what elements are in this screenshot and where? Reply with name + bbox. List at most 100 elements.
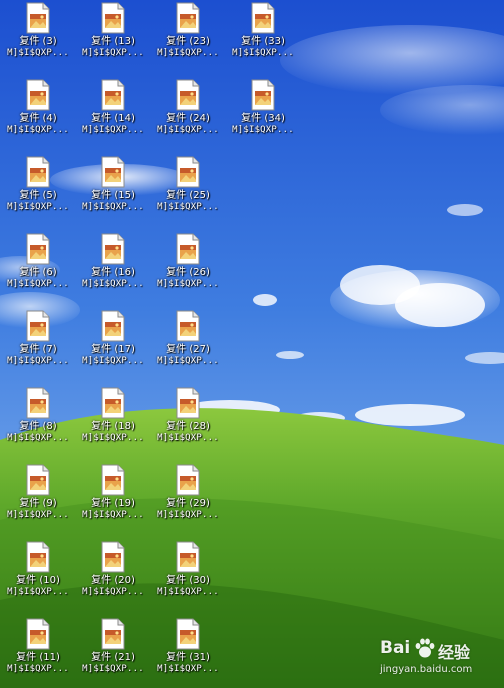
image-file-icon bbox=[101, 310, 125, 342]
desktop-file-icon[interactable]: 复件 (13) M]$I$QXP... bbox=[75, 2, 151, 72]
desktop-file-icon[interactable]: 复件 (11) M]$I$QXP... bbox=[0, 618, 76, 688]
image-file-icon bbox=[26, 618, 50, 650]
watermark-url: jingyan.baidu.com bbox=[380, 664, 473, 675]
file-label: 复件 (3) bbox=[19, 36, 57, 47]
file-label: 复件 (14) bbox=[91, 113, 135, 124]
desktop[interactable]: 复件 (3) M]$I$QXP... 复件 (4) M]$I$QXP... 复件… bbox=[0, 0, 504, 688]
file-sublabel: M]$I$QXP... bbox=[7, 510, 69, 520]
image-file-icon bbox=[176, 310, 200, 342]
file-label: 复件 (4) bbox=[19, 113, 57, 124]
file-label: 复件 (7) bbox=[19, 344, 57, 355]
image-file-icon bbox=[101, 618, 125, 650]
watermark-jingyan: 经验 bbox=[438, 643, 471, 662]
image-file-icon bbox=[101, 156, 125, 188]
desktop-file-icon[interactable]: 复件 (33) M]$I$QXP... bbox=[225, 2, 301, 72]
file-sublabel: M]$I$QXP... bbox=[7, 433, 69, 443]
image-file-icon bbox=[251, 79, 275, 111]
file-sublabel: M]$I$QXP... bbox=[157, 356, 219, 366]
image-file-icon bbox=[26, 233, 50, 265]
file-label: 复件 (29) bbox=[166, 498, 210, 509]
desktop-file-icon[interactable]: 复件 (24) M]$I$QXP... bbox=[150, 79, 226, 149]
file-sublabel: M]$I$QXP... bbox=[232, 125, 294, 135]
file-sublabel: M]$I$QXP... bbox=[7, 356, 69, 366]
file-sublabel: M]$I$QXP... bbox=[7, 279, 69, 289]
image-file-icon bbox=[176, 79, 200, 111]
image-file-icon bbox=[176, 464, 200, 496]
desktop-file-icon[interactable]: 复件 (8) M]$I$QXP... bbox=[0, 387, 76, 457]
file-sublabel: M]$I$QXP... bbox=[157, 510, 219, 520]
file-label: 复件 (9) bbox=[19, 498, 57, 509]
file-label: 复件 (23) bbox=[166, 36, 210, 47]
desktop-file-icon[interactable]: 复件 (23) M]$I$QXP... bbox=[150, 2, 226, 72]
desktop-file-icon[interactable]: 复件 (16) M]$I$QXP... bbox=[75, 233, 151, 303]
file-sublabel: M]$I$QXP... bbox=[7, 664, 69, 674]
file-sublabel: M]$I$QXP... bbox=[7, 202, 69, 212]
file-sublabel: M]$I$QXP... bbox=[157, 48, 219, 58]
desktop-file-icon[interactable]: 复件 (7) M]$I$QXP... bbox=[0, 310, 76, 380]
file-sublabel: M]$I$QXP... bbox=[82, 433, 144, 443]
image-file-icon bbox=[251, 2, 275, 34]
image-file-icon bbox=[26, 541, 50, 573]
desktop-file-icon[interactable]: 复件 (18) M]$I$QXP... bbox=[75, 387, 151, 457]
desktop-file-icon[interactable]: 复件 (29) M]$I$QXP... bbox=[150, 464, 226, 534]
desktop-file-icon[interactable]: 复件 (21) M]$I$QXP... bbox=[75, 618, 151, 688]
file-label: 复件 (33) bbox=[241, 36, 285, 47]
file-sublabel: M]$I$QXP... bbox=[157, 587, 219, 597]
watermark-brand: Bai bbox=[380, 638, 411, 658]
file-sublabel: M]$I$QXP... bbox=[82, 202, 144, 212]
file-sublabel: M]$I$QXP... bbox=[157, 125, 219, 135]
image-file-icon bbox=[176, 2, 200, 34]
image-file-icon bbox=[176, 233, 200, 265]
desktop-file-icon[interactable]: 复件 (4) M]$I$QXP... bbox=[0, 79, 76, 149]
file-sublabel: M]$I$QXP... bbox=[157, 664, 219, 674]
file-sublabel: M]$I$QXP... bbox=[82, 587, 144, 597]
file-label: 复件 (5) bbox=[19, 190, 57, 201]
file-label: 复件 (27) bbox=[166, 344, 210, 355]
file-label: 复件 (34) bbox=[241, 113, 285, 124]
file-sublabel: M]$I$QXP... bbox=[232, 48, 294, 58]
desktop-file-icon[interactable]: 复件 (19) M]$I$QXP... bbox=[75, 464, 151, 534]
image-file-icon bbox=[101, 464, 125, 496]
file-label: 复件 (28) bbox=[166, 421, 210, 432]
desktop-file-icon[interactable]: 复件 (3) M]$I$QXP... bbox=[0, 2, 76, 72]
file-label: 复件 (25) bbox=[166, 190, 210, 201]
file-sublabel: M]$I$QXP... bbox=[7, 125, 69, 135]
desktop-file-icon[interactable]: 复件 (15) M]$I$QXP... bbox=[75, 156, 151, 226]
file-sublabel: M]$I$QXP... bbox=[157, 202, 219, 212]
desktop-file-icon[interactable]: 复件 (34) M]$I$QXP... bbox=[225, 79, 301, 149]
file-sublabel: M]$I$QXP... bbox=[7, 587, 69, 597]
file-label: 复件 (24) bbox=[166, 113, 210, 124]
image-file-icon bbox=[176, 387, 200, 419]
desktop-file-icon[interactable]: 复件 (6) M]$I$QXP... bbox=[0, 233, 76, 303]
desktop-file-icon[interactable]: 复件 (28) M]$I$QXP... bbox=[150, 387, 226, 457]
file-sublabel: M]$I$QXP... bbox=[82, 125, 144, 135]
desktop-file-icon[interactable]: 复件 (26) M]$I$QXP... bbox=[150, 233, 226, 303]
image-file-icon bbox=[101, 541, 125, 573]
desktop-file-icon[interactable]: 复件 (10) M]$I$QXP... bbox=[0, 541, 76, 611]
desktop-file-icon[interactable]: 复件 (25) M]$I$QXP... bbox=[150, 156, 226, 226]
file-label: 复件 (8) bbox=[19, 421, 57, 432]
image-file-icon bbox=[26, 387, 50, 419]
file-sublabel: M]$I$QXP... bbox=[82, 664, 144, 674]
file-sublabel: M]$I$QXP... bbox=[82, 356, 144, 366]
file-label: 复件 (31) bbox=[166, 652, 210, 663]
image-file-icon bbox=[176, 618, 200, 650]
image-file-icon bbox=[176, 156, 200, 188]
desktop-file-icon[interactable]: 复件 (30) M]$I$QXP... bbox=[150, 541, 226, 611]
desktop-file-icon[interactable]: 复件 (27) M]$I$QXP... bbox=[150, 310, 226, 380]
paw-icon bbox=[415, 638, 435, 658]
desktop-file-icon[interactable]: 复件 (14) M]$I$QXP... bbox=[75, 79, 151, 149]
image-file-icon bbox=[101, 387, 125, 419]
desktop-file-icon[interactable]: 复件 (20) M]$I$QXP... bbox=[75, 541, 151, 611]
file-label: 复件 (11) bbox=[16, 652, 60, 663]
file-sublabel: M]$I$QXP... bbox=[157, 279, 219, 289]
file-sublabel: M]$I$QXP... bbox=[157, 433, 219, 443]
desktop-file-icon[interactable]: 复件 (9) M]$I$QXP... bbox=[0, 464, 76, 534]
desktop-file-icon[interactable]: 复件 (17) M]$I$QXP... bbox=[75, 310, 151, 380]
image-file-icon bbox=[101, 233, 125, 265]
file-label: 复件 (17) bbox=[91, 344, 135, 355]
desktop-file-icon[interactable]: 复件 (31) M]$I$QXP... bbox=[150, 618, 226, 688]
image-file-icon bbox=[26, 464, 50, 496]
file-label: 复件 (20) bbox=[91, 575, 135, 586]
desktop-file-icon[interactable]: 复件 (5) M]$I$QXP... bbox=[0, 156, 76, 226]
